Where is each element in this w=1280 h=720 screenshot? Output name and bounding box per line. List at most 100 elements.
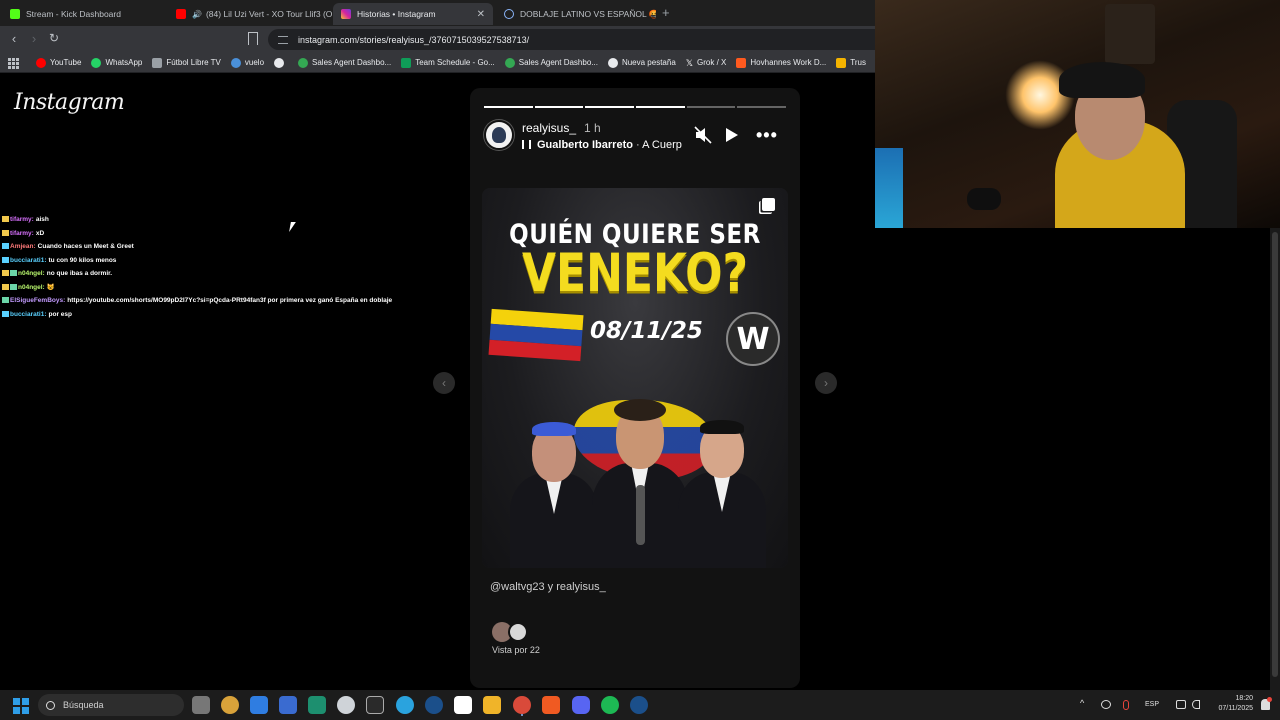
music-bars-icon bbox=[522, 140, 531, 149]
bookmark-youtube[interactable]: YouTube bbox=[36, 57, 81, 68]
back-button[interactable]: ‹ bbox=[6, 31, 22, 46]
chat-user: bucciarati1: bbox=[10, 256, 47, 264]
close-tab-icon[interactable]: ✕ bbox=[477, 9, 485, 20]
taskbar-search[interactable]: Búsqueda bbox=[38, 694, 184, 716]
chat-text: tu con 90 kilos menos bbox=[48, 256, 117, 264]
capcut-icon[interactable] bbox=[454, 696, 472, 714]
muted-speaker-icon[interactable] bbox=[694, 126, 712, 144]
bookmark-trus[interactable]: Trus bbox=[836, 57, 866, 68]
google-icon bbox=[274, 57, 285, 68]
sword-badge-icon bbox=[2, 256, 9, 263]
chevron-up-icon[interactable]: ^ bbox=[1080, 698, 1084, 708]
more-options-icon[interactable]: ••• bbox=[756, 126, 778, 144]
edge-icon[interactable] bbox=[250, 696, 268, 714]
tab-doblaje[interactable]: DOBLAJE LATINO VS ESPAÑOL 🤬 I bbox=[496, 3, 656, 25]
bookmark-label: Sales Agent Dashbo... bbox=[312, 58, 392, 67]
bookmark-whatsapp[interactable]: WhatsApp bbox=[91, 57, 142, 68]
address-bar[interactable]: instagram.com/stories/realyisus_/3760715… bbox=[268, 29, 875, 50]
steam-icon[interactable] bbox=[425, 696, 443, 714]
chat-text: xD bbox=[35, 229, 45, 237]
bookmark-vuelo[interactable]: vuelo bbox=[230, 57, 264, 68]
network-icon[interactable] bbox=[1176, 700, 1186, 709]
chrome-alt-icon[interactable] bbox=[221, 696, 239, 714]
story-views-count[interactable]: Vista por 22 bbox=[492, 645, 540, 655]
tab-youtube[interactable]: 🔊 (84) Lil Uzi Vert - XO Tour Llif3 (O bbox=[168, 3, 333, 25]
url-text: instagram.com/stories/realyisus_/3760715… bbox=[298, 34, 530, 45]
bookmark-nueva-pestana[interactable]: Nueva pestaña bbox=[607, 57, 676, 68]
story-mentions[interactable]: @waltvg23 y realyisus_ bbox=[490, 581, 606, 593]
bookmark-futbol[interactable]: Fútbol Libre TV bbox=[152, 57, 221, 68]
story-progress-segment bbox=[585, 106, 635, 108]
tab-kick-dashboard[interactable]: Stream - Kick Dashboard bbox=[2, 3, 167, 25]
bookmark-google[interactable] bbox=[274, 57, 288, 68]
new-tab-button[interactable]: + bbox=[662, 5, 670, 20]
youtube-icon bbox=[36, 57, 46, 68]
chat-text: por esp bbox=[48, 310, 72, 318]
chat-user: tifarmy: bbox=[10, 216, 34, 223]
spotify-icon[interactable] bbox=[601, 696, 619, 714]
steam-icon-2[interactable] bbox=[630, 696, 648, 714]
story-progress-segment bbox=[534, 106, 584, 108]
task-view-icon[interactable] bbox=[192, 696, 210, 714]
discord-icon[interactable] bbox=[572, 696, 590, 714]
folder-icon bbox=[836, 57, 847, 68]
microphone bbox=[967, 188, 1001, 210]
apps-grid-icon[interactable] bbox=[8, 57, 19, 69]
story-author-avatar[interactable] bbox=[484, 120, 514, 150]
bookmark-grok[interactable]: 𝕏 Grok / X bbox=[686, 58, 727, 68]
bookmark-sales-1[interactable]: Sales Agent Dashbo... bbox=[298, 57, 392, 68]
clock[interactable]: 18:20 07/11/2025 bbox=[1207, 694, 1253, 714]
chrome-icon[interactable] bbox=[513, 696, 531, 714]
chat-text: 😺 bbox=[46, 283, 55, 291]
volume-icon[interactable] bbox=[1192, 700, 1200, 709]
chat-message: n04ngel: 😺 bbox=[2, 281, 442, 295]
previous-story-button[interactable]: ‹ bbox=[433, 372, 455, 394]
poster-person-left bbox=[510, 408, 598, 568]
obs-icon[interactable] bbox=[337, 696, 355, 714]
story-username[interactable]: realyisus_ bbox=[522, 121, 576, 135]
scrollbar-thumb[interactable] bbox=[1272, 232, 1278, 677]
microphone-icon[interactable] bbox=[1123, 700, 1129, 710]
wall-poster bbox=[1105, 4, 1155, 64]
tv-icon bbox=[152, 57, 163, 68]
x-logo-icon: 𝕏 bbox=[685, 57, 694, 68]
sync-icon[interactable] bbox=[1101, 700, 1111, 709]
tab-instagram[interactable]: Historias • Instagram ✕ bbox=[333, 3, 493, 25]
bookmark-team-schedule[interactable]: Team Schedule - Go... bbox=[401, 57, 495, 68]
app-s-icon[interactable] bbox=[308, 696, 326, 714]
crown-badge-icon bbox=[2, 283, 9, 290]
notification-bell-icon[interactable] bbox=[1261, 697, 1272, 710]
story-progress-segment bbox=[686, 106, 736, 108]
venezuela-flag bbox=[488, 308, 584, 362]
bookmark-label: Team Schedule - Go... bbox=[415, 58, 495, 67]
chat-text: https://youtube.com/shorts/MO99pD2l7Yc?s… bbox=[67, 297, 393, 304]
bookmark-icon[interactable] bbox=[248, 32, 258, 45]
store-icon[interactable] bbox=[279, 696, 297, 714]
language-indicator[interactable]: ESP bbox=[1145, 701, 1159, 708]
plane-icon bbox=[230, 57, 241, 68]
site-info-icon[interactable] bbox=[278, 35, 288, 44]
instagram-logo[interactable]: Instagram bbox=[14, 90, 125, 115]
story-progress-segment bbox=[737, 106, 787, 108]
story-music[interactable]: Gualberto Ibarreto · A Cuerp bbox=[522, 139, 682, 151]
next-story-button[interactable]: › bbox=[815, 372, 837, 394]
page-scrollbar[interactable] bbox=[1270, 228, 1280, 690]
bookmark-label: Trus bbox=[850, 58, 866, 67]
house-icon bbox=[504, 57, 515, 68]
play-icon[interactable] bbox=[726, 128, 738, 142]
epic-games-icon[interactable] bbox=[366, 696, 384, 714]
forward-button[interactable]: › bbox=[26, 31, 42, 46]
viewer-avatar bbox=[508, 622, 528, 642]
reload-button[interactable]: ↻ bbox=[46, 31, 62, 45]
kick-icon bbox=[10, 9, 20, 19]
brave-icon[interactable] bbox=[542, 696, 560, 714]
file-explorer-icon[interactable] bbox=[483, 696, 501, 714]
telegram-icon[interactable] bbox=[396, 696, 414, 714]
bookmark-label: Nueva pestaña bbox=[621, 58, 676, 67]
bookmark-sales-2[interactable]: Sales Agent Dashbo... bbox=[504, 57, 598, 68]
windows-start-icon[interactable] bbox=[13, 698, 29, 714]
tab-title: Historias • Instagram bbox=[357, 9, 436, 19]
story-image[interactable]: QUIÉN QUIERE SER VENEKO? 08/11/25 W bbox=[482, 188, 788, 568]
search-icon bbox=[46, 700, 55, 710]
bookmark-hovhannes[interactable]: Hovhannes Work D... bbox=[736, 57, 826, 68]
